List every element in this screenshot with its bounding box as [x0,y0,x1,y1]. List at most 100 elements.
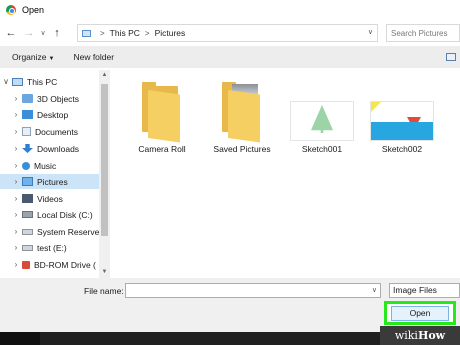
chevron-down-icon[interactable]: ∨ [0,77,12,86]
address-bar[interactable]: > This PC > Pictures ∨ [77,24,378,42]
chevron-right-icon[interactable]: › [10,177,22,186]
file-name: Saved Pictures [213,144,271,154]
search-input[interactable]: Search Pictures [386,24,460,42]
open-button[interactable]: Open [391,305,449,321]
arrow-up-icon[interactable]: ↑ [50,26,64,40]
address-row: ← → ∨ ↑ > This PC > Pictures ∨ Search Pi… [0,22,460,44]
nav-item-label: System Reserved [37,226,105,237]
desktop-icon [22,110,33,119]
chevron-right-icon[interactable]: › [10,94,22,103]
nav-item-downloads[interactable]: › Downloads [0,141,110,156]
breadcrumb-separator: > [144,28,150,38]
watermark-prefix: wiki [394,329,418,342]
nav-item-label: 3D Objects [37,93,80,104]
nav-item-label: Music [34,160,57,171]
scroll-thumb[interactable] [101,84,108,236]
caret-down-icon: ▼ [48,56,55,62]
music-icon [22,161,30,170]
nav-item-label: BD-ROM Drive ( [34,259,96,270]
file-name: Sketch001 [301,144,343,154]
organize-button[interactable]: Organize ▼ [12,52,54,62]
nav-item-videos[interactable]: › Videos [0,191,110,206]
breadcrumb-pictures[interactable]: Pictures [155,28,186,38]
chevron-right-icon[interactable]: › [10,194,22,203]
arrow-right-icon[interactable]: → [22,26,36,40]
chevron-right-icon[interactable]: › [10,243,22,252]
wikihow-watermark: wiki How [380,326,460,345]
file-name: Camera Roll [138,144,186,154]
title-bar[interactable]: Open [0,0,460,20]
nav-item-label: test (E:) [37,242,67,253]
window-title: Open [22,5,45,15]
bd-rom-icon [22,260,30,269]
computer-icon [12,77,23,86]
breadcrumb-this-pc[interactable]: This PC [110,28,140,38]
nav-item-system-reserved[interactable]: › System Reserved [0,224,110,239]
nav-item-documents[interactable]: › Documents [0,124,110,139]
chevron-right-icon[interactable]: › [10,144,22,153]
new-folder-button[interactable]: New folder [73,52,114,62]
view-options-icon[interactable] [446,53,456,61]
nav-item-test-e[interactable]: › test (E:) [0,240,110,255]
drive-icon [22,244,33,251]
chevron-down-icon[interactable]: ∨ [368,28,373,36]
file-item-sketch002[interactable]: Sketch002 [364,76,440,156]
chevron-right-icon[interactable]: › [10,210,22,219]
command-bar: Organize ▼ New folder [0,46,460,68]
folder-with-photo-icon [216,76,268,143]
nav-item-label: Videos [37,193,63,204]
file-item-saved-pictures[interactable]: Saved Pictures [204,76,280,156]
watermark-suffix: How [417,329,446,342]
chevron-right-icon[interactable]: › [10,260,22,269]
computer-icon [82,29,91,37]
chevron-down-icon[interactable]: ∨ [38,26,48,40]
sea-drawing [371,122,433,140]
chevron-right-icon[interactable]: › [10,227,22,236]
nav-item-label: Downloads [37,143,80,154]
nav-scrollbar[interactable]: ▲ ▼ [99,70,110,278]
file-item-camera-roll[interactable]: Camera Roll [124,76,200,156]
organize-label: Organize [12,52,47,62]
chevron-right-icon[interactable]: › [10,127,22,136]
file-name-field[interactable]: ∨ [125,283,381,298]
sun-drawing [371,102,381,112]
breadcrumb-separator: > [100,28,105,38]
nav-item-pictures[interactable]: › Pictures [0,174,99,189]
image-thumbnail [291,76,353,140]
chevron-right-icon[interactable]: › [10,161,22,170]
nav-item-label: Desktop [37,109,69,120]
cube-icon [22,94,33,103]
dialog-footer: File name: ∨ Image Files Open [0,278,460,332]
nav-item-local-disk[interactable]: › Local Disk (C:) [0,207,110,222]
drive-icon [22,228,33,235]
taskbar-fragment [0,332,40,345]
nav-item-this-pc[interactable]: ∨ This PC [0,74,110,89]
file-name-label: File name: [84,286,124,296]
download-icon [22,144,33,153]
nav-item-music[interactable]: › Music [0,158,110,173]
videos-icon [22,194,33,203]
nav-item-bd-rom[interactable]: › BD-ROM Drive ( [0,257,110,272]
file-list: Camera Roll Saved Pictures Sketch001 Ske… [112,70,460,278]
scroll-up-icon[interactable]: ▲ [99,70,110,81]
tree-drawing [311,105,333,133]
disk-icon [22,211,33,218]
navigation-pane: ∨ This PC › 3D Objects › Desktop › Docum… [0,70,110,278]
nav-item-desktop[interactable]: › Desktop [0,107,110,122]
search-placeholder: Search Pictures [391,28,448,38]
nav-item-label: This PC [27,76,58,87]
chevron-right-icon[interactable]: › [10,110,22,119]
file-name: Sketch002 [381,144,423,154]
nav-item-3d-objects[interactable]: › 3D Objects [0,91,110,106]
file-type-select[interactable]: Image Files [389,283,460,298]
open-file-dialog: Open ← → ∨ ↑ > This PC > Pictures ∨ Sear… [0,0,460,332]
chrome-icon [6,5,16,15]
folder-icon [136,76,188,143]
nav-item-label: Pictures [37,176,68,187]
file-item-sketch001[interactable]: Sketch001 [284,76,360,156]
arrow-left-icon[interactable]: ← [4,26,18,40]
chevron-down-icon[interactable]: ∨ [372,286,377,294]
scroll-down-icon[interactable]: ▼ [99,267,110,278]
open-button-highlight: Open [384,301,456,325]
nav-item-label: Local Disk (C:) [37,209,93,220]
